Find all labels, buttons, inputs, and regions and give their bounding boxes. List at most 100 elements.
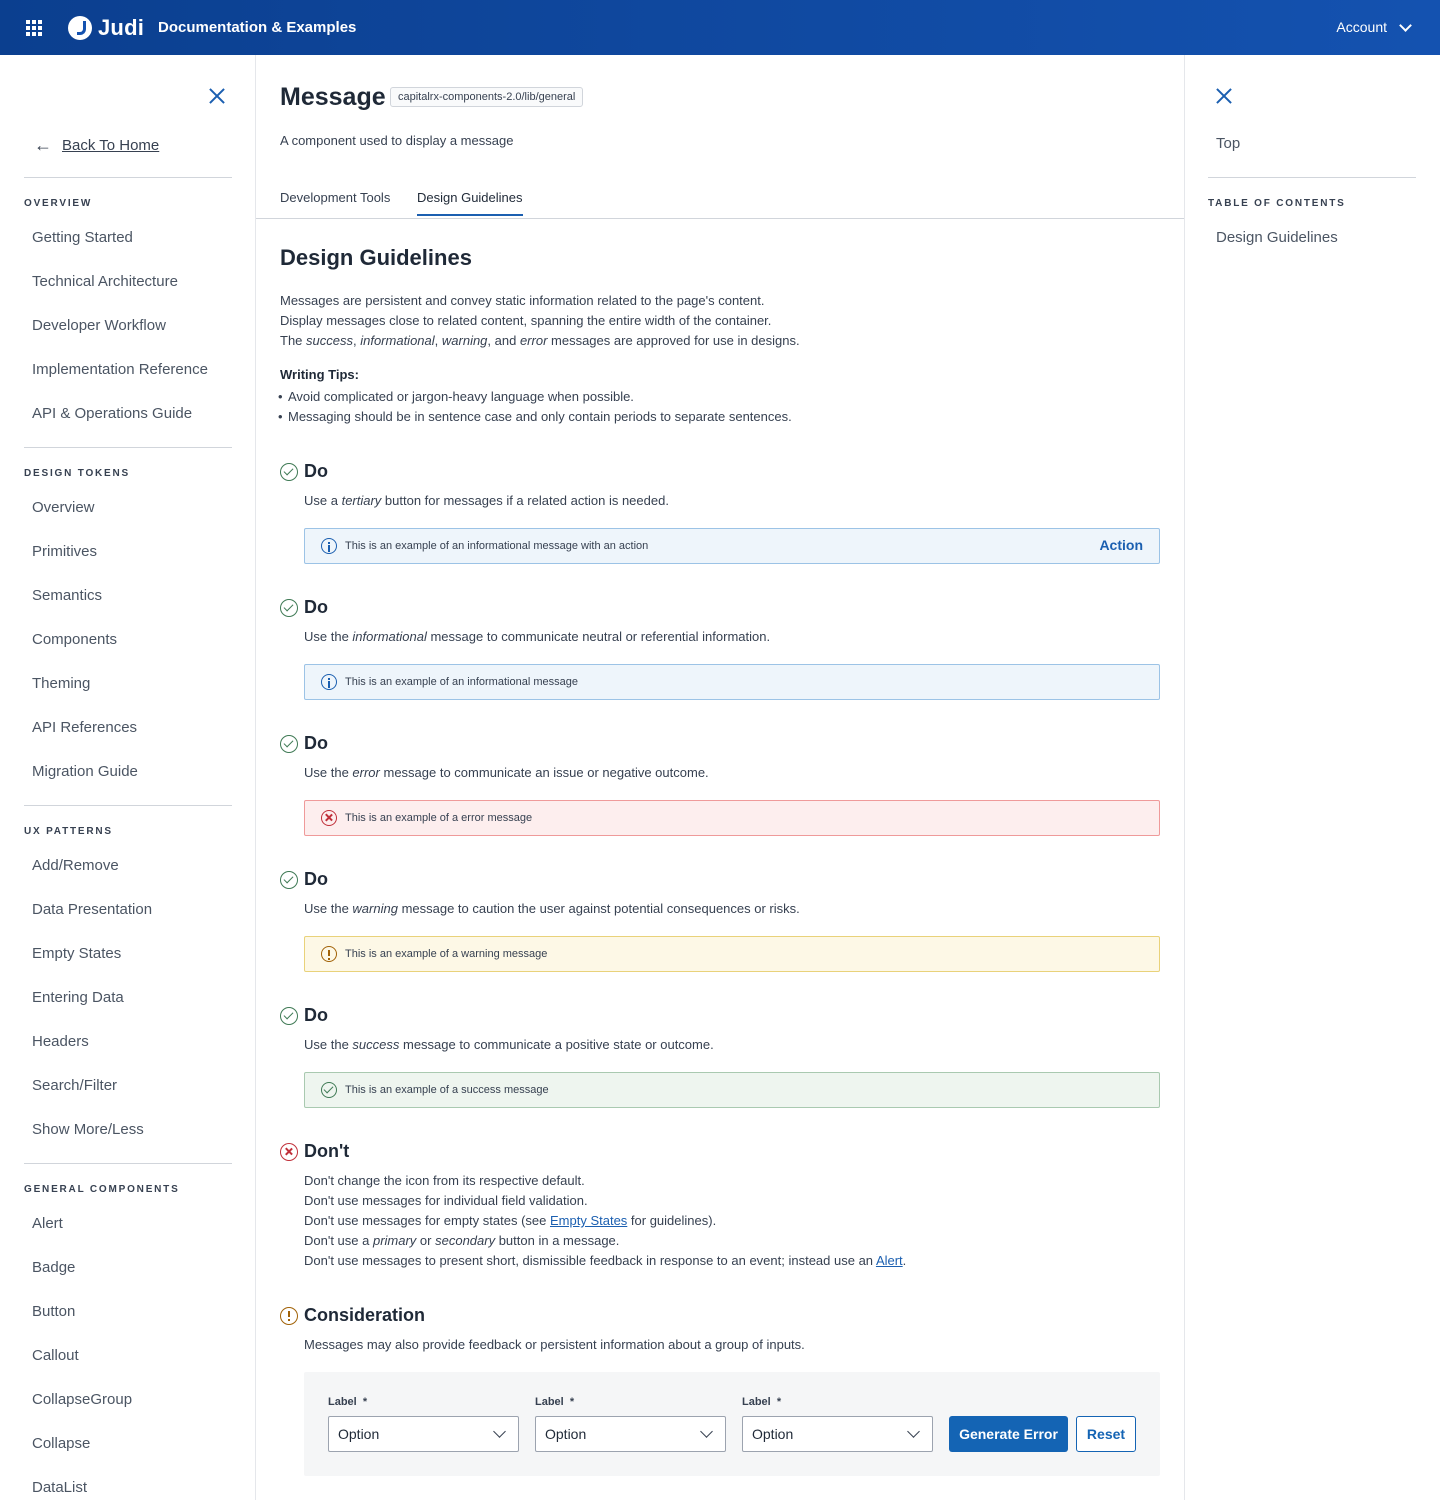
sidebar-item-components[interactable]: Components	[32, 631, 117, 648]
sidebar-divider	[24, 177, 232, 178]
left-sidebar: ← Back To Home OVERVIEW Getting Started …	[0, 55, 256, 1500]
arrow-left-icon: ←	[34, 135, 52, 155]
sidebar-item-api-operations-guide[interactable]: API & Operations Guide	[32, 405, 192, 422]
toc-divider	[1208, 177, 1416, 178]
app-title: Documentation & Examples	[158, 19, 357, 36]
consideration-heading: Consideration	[280, 1305, 425, 1326]
section-title-general-components: GENERAL COMPONENTS	[24, 1184, 180, 1195]
sidebar-divider	[24, 447, 232, 448]
close-sidebar-icon[interactable]	[208, 87, 226, 105]
generate-error-button[interactable]: Generate Error	[949, 1416, 1068, 1452]
judi-logo-mark-icon	[68, 16, 92, 40]
check-circle-icon	[280, 598, 298, 617]
page-title: Message	[280, 83, 386, 111]
sidebar-item-alert[interactable]: Alert	[32, 1215, 63, 1232]
sidebar-item-developer-workflow[interactable]: Developer Workflow	[32, 317, 166, 334]
dont-item: Don't change the icon from its respectiv…	[304, 1173, 585, 1188]
do-label: Do	[304, 869, 328, 889]
account-menu-button[interactable]: Account	[1336, 18, 1412, 35]
select-value: Option	[752, 1426, 794, 1442]
section-title-ux-patterns: UX PATTERNS	[24, 826, 113, 837]
dont-item: Don't use messages for empty states (see…	[304, 1213, 717, 1228]
error-message: This is an example of a error message	[304, 800, 1160, 836]
sidebar-item-collapsegroup[interactable]: CollapseGroup	[32, 1391, 132, 1408]
option-select[interactable]: Option	[535, 1416, 726, 1452]
sidebar-item-datalist[interactable]: DataList	[32, 1479, 87, 1496]
warning-circle-icon	[321, 946, 337, 962]
do-label: Do	[304, 461, 328, 481]
tab-design-guidelines[interactable]: Design Guidelines	[417, 190, 523, 216]
sidebar-item-getting-started[interactable]: Getting Started	[32, 229, 133, 246]
field-label: Label *	[535, 1396, 575, 1408]
sidebar-item-implementation-reference[interactable]: Implementation Reference	[32, 361, 208, 378]
consideration-label: Consideration	[304, 1305, 426, 1325]
judi-logo[interactable]: Judi	[68, 15, 144, 41]
message-text: This is an example of an informational m…	[345, 540, 649, 552]
field-label: Label *	[742, 1396, 782, 1408]
toc-title: TABLE OF CONTENTS	[1208, 198, 1346, 209]
page-description: A component used to display a message	[280, 133, 514, 148]
error-circle-icon	[321, 810, 337, 826]
select-value: Option	[545, 1426, 587, 1442]
sidebar-item-show-more-less[interactable]: Show More/Less	[32, 1121, 144, 1138]
sidebar-item-technical-architecture[interactable]: Technical Architecture	[32, 273, 178, 290]
sidebar-item-migration-guide[interactable]: Migration Guide	[32, 763, 138, 780]
toc-item-design-guidelines[interactable]: Design Guidelines	[1216, 229, 1338, 246]
message-text: This is an example of a warning message	[345, 948, 548, 960]
consideration-description: Messages may also provide feedback or pe…	[304, 1337, 805, 1352]
back-to-home-link[interactable]: ← Back To Home	[34, 135, 159, 156]
section-title-design-tokens: DESIGN TOKENS	[24, 468, 131, 479]
intro-line: The success, informational, warning, and…	[280, 333, 800, 348]
sidebar-item-collapse[interactable]: Collapse	[32, 1435, 90, 1452]
do-label: Do	[304, 597, 328, 617]
message-text: This is an example of an informational m…	[345, 676, 578, 688]
main-content: Message capitalrx-components-2.0/lib/gen…	[256, 55, 1184, 1500]
sidebar-item-theming[interactable]: Theming	[32, 675, 90, 692]
app-grid-icon[interactable]	[26, 20, 42, 36]
do-heading: Do	[280, 869, 328, 890]
option-select[interactable]: Option	[742, 1416, 933, 1452]
do-label: Do	[304, 1005, 328, 1025]
sidebar-item-search-filter[interactable]: Search/Filter	[32, 1077, 117, 1094]
sidebar-item-api-references[interactable]: API References	[32, 719, 137, 736]
sidebar-item-primitives[interactable]: Primitives	[32, 543, 97, 560]
warning-message: This is an example of a warning message	[304, 936, 1160, 972]
sidebar-item-callout[interactable]: Callout	[32, 1347, 79, 1364]
sidebar-item-button[interactable]: Button	[32, 1303, 75, 1320]
do-description: Use a tertiary button for messages if a …	[304, 493, 669, 508]
tab-bar: Development Tools Design Guidelines	[256, 179, 1184, 219]
do-description: Use the success message to communicate a…	[304, 1037, 714, 1052]
section-title-overview: OVERVIEW	[24, 198, 93, 209]
dont-item: Don't use messages to present short, dis…	[304, 1253, 907, 1268]
sidebar-item-semantics[interactable]: Semantics	[32, 587, 102, 604]
info-message: This is an example of an informational m…	[304, 664, 1160, 700]
sidebar-item-entering-data[interactable]: Entering Data	[32, 989, 124, 1006]
reset-button[interactable]: Reset	[1076, 1416, 1136, 1452]
sidebar-item-headers[interactable]: Headers	[32, 1033, 89, 1050]
toc-top-link[interactable]: Top	[1216, 135, 1240, 152]
do-description: Use the informational message to communi…	[304, 629, 771, 644]
close-toc-icon[interactable]	[1215, 87, 1233, 105]
message-text: This is an example of a error message	[345, 812, 533, 824]
sidebar-divider	[24, 1163, 232, 1164]
sidebar-item-overview[interactable]: Overview	[32, 499, 95, 516]
sidebar-item-empty-states[interactable]: Empty States	[32, 945, 121, 962]
check-circle-icon	[280, 734, 298, 753]
logo-text: Judi	[98, 15, 145, 40]
tab-development-tools[interactable]: Development Tools	[280, 190, 390, 215]
sidebar-item-badge[interactable]: Badge	[32, 1259, 75, 1276]
empty-states-link[interactable]: Empty States	[550, 1213, 627, 1228]
writing-tips-title: Writing Tips:	[280, 367, 359, 382]
info-icon	[321, 674, 337, 690]
chevron-down-icon	[907, 1425, 920, 1438]
dont-heading: Don't	[280, 1141, 349, 1162]
option-select[interactable]: Option	[328, 1416, 519, 1452]
do-heading: Do	[280, 733, 328, 754]
intro-line: Messages are persistent and convey stati…	[280, 293, 765, 308]
message-action-button[interactable]: Action	[1099, 537, 1143, 553]
alert-link[interactable]: Alert	[876, 1253, 903, 1268]
check-circle-icon	[280, 1006, 298, 1025]
sidebar-item-data-presentation[interactable]: Data Presentation	[32, 901, 152, 918]
account-label: Account	[1336, 19, 1387, 35]
sidebar-item-add-remove[interactable]: Add/Remove	[32, 857, 119, 874]
